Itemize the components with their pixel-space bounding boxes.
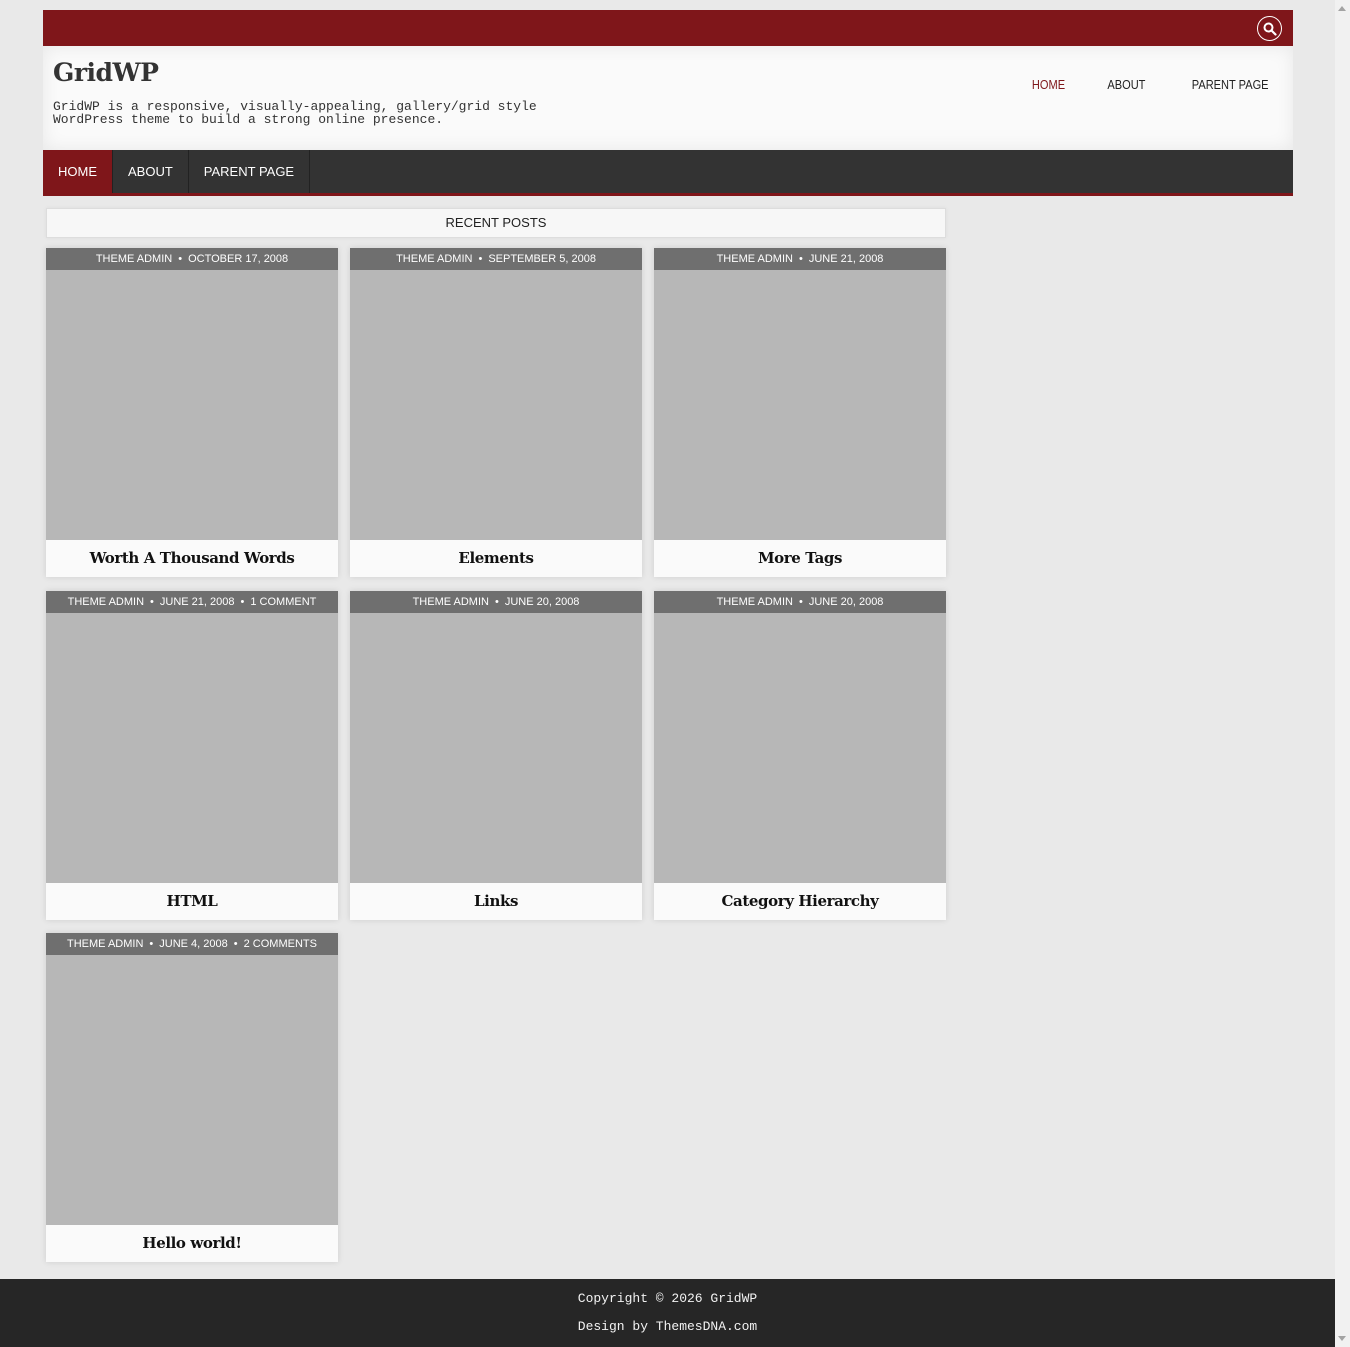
- post-meta: THEME ADMIN • JUNE 21, 2008 • 1 COMMENT: [46, 591, 338, 613]
- post-card: THEME ADMIN • JUNE 20, 2008 Links: [350, 591, 642, 920]
- search-icon: [1263, 22, 1277, 36]
- post-date[interactable]: OCTOBER 17, 2008: [188, 253, 288, 265]
- post-title[interactable]: More Tags: [654, 540, 946, 577]
- post-card: THEME ADMIN • JUNE 21, 2008 More Tags: [654, 248, 946, 577]
- post-title[interactable]: Links: [350, 883, 642, 920]
- site-footer: Copyright © 2026 GridWP Design by Themes…: [0, 1279, 1335, 1347]
- header-nav-parent-page[interactable]: PARENT PAGE: [1176, 76, 1283, 94]
- post-date[interactable]: JUNE 21, 2008: [160, 596, 235, 608]
- main-nav: HOME ABOUT PARENT PAGE: [43, 150, 1293, 196]
- header-nav-about[interactable]: ABOUT: [1092, 76, 1161, 94]
- meta-separator: •: [150, 596, 154, 608]
- post-thumbnail[interactable]: [350, 270, 642, 540]
- scroll-down-arrow-icon[interactable]: [1338, 1336, 1346, 1341]
- post-card: THEME ADMIN • JUNE 21, 2008 • 1 COMMENT HTML: [46, 591, 338, 920]
- post-author[interactable]: THEME ADMIN: [717, 253, 793, 265]
- post-thumbnail[interactable]: [46, 613, 338, 883]
- meta-separator: •: [178, 253, 183, 265]
- post-author[interactable]: THEME ADMIN: [396, 253, 472, 265]
- post-meta: THEME ADMIN • OCTOBER 17, 2008: [46, 248, 338, 270]
- post-meta: THEME ADMIN • JUNE 20, 2008: [350, 591, 642, 613]
- meta-separator: •: [149, 938, 154, 950]
- footer-copyright: Copyright © 2026 GridWP: [577, 1291, 758, 1306]
- site-description: GridWP is a responsive, visually-appeali…: [53, 99, 537, 127]
- post-meta: THEME ADMIN • SEPTEMBER 5, 2008: [350, 248, 642, 270]
- header-nav: HOME ABOUT PARENT PAGE: [1011, 76, 1293, 94]
- post-thumbnail[interactable]: [654, 613, 946, 883]
- post-author[interactable]: THEME ADMIN: [717, 596, 793, 608]
- site-header: GridWP GridWP is a responsive, visually-…: [43, 46, 1293, 150]
- post-title[interactable]: Category Hierarchy: [654, 883, 946, 920]
- post-title[interactable]: HTML: [46, 883, 338, 920]
- footer-credit[interactable]: Design by ThemesDNA.com: [0, 1319, 1335, 1334]
- scroll-up-arrow-icon[interactable]: [1338, 6, 1346, 11]
- post-comments[interactable]: 1 COMMENT: [250, 596, 316, 608]
- post-meta: THEME ADMIN • JUNE 20, 2008: [654, 591, 946, 613]
- post-author[interactable]: THEME ADMIN: [96, 253, 172, 265]
- site-title[interactable]: GridWP: [53, 58, 159, 87]
- post-meta: THEME ADMIN • JUNE 4, 2008 • 2 COMMENTS: [46, 933, 338, 955]
- meta-separator: •: [798, 253, 803, 265]
- post-author[interactable]: THEME ADMIN: [413, 596, 489, 608]
- post-title[interactable]: Elements: [350, 540, 642, 577]
- post-card: THEME ADMIN • SEPTEMBER 5, 2008 Elements: [350, 248, 642, 577]
- post-meta: THEME ADMIN • JUNE 21, 2008: [654, 248, 946, 270]
- post-card: THEME ADMIN • JUNE 20, 2008 Category Hiera…: [654, 591, 946, 920]
- post-date[interactable]: JUNE 20, 2008: [809, 596, 884, 608]
- post-comments[interactable]: 2 COMMENTS: [244, 938, 317, 950]
- post-author[interactable]: THEME ADMIN: [68, 596, 144, 608]
- post-author[interactable]: THEME ADMIN: [67, 938, 143, 950]
- post-date[interactable]: JUNE 4, 2008: [159, 938, 227, 950]
- vertical-scrollbar[interactable]: [1335, 0, 1350, 1347]
- post-card: THEME ADMIN • OCTOBER 17, 2008 Worth A Tho…: [46, 248, 338, 577]
- post-card: THEME ADMIN • JUNE 4, 2008 • 2 COMMENTS Hell…: [46, 933, 338, 1262]
- meta-separator: •: [798, 596, 803, 608]
- meta-separator: •: [494, 596, 499, 608]
- post-thumbnail[interactable]: [46, 270, 338, 540]
- meta-separator: •: [233, 938, 238, 950]
- meta-separator: •: [240, 596, 245, 608]
- header-nav-home[interactable]: HOME: [1017, 76, 1081, 94]
- search-button[interactable]: [1257, 16, 1282, 41]
- main-nav-about[interactable]: ABOUT: [113, 150, 189, 193]
- main-nav-home[interactable]: HOME: [43, 150, 113, 193]
- post-thumbnail[interactable]: [46, 955, 338, 1225]
- page: GridWP GridWP is a responsive, visually-…: [0, 0, 1335, 1347]
- main-nav-parent-page[interactable]: PARENT PAGE: [189, 150, 311, 193]
- meta-separator: •: [478, 253, 483, 265]
- post-title[interactable]: Hello world!: [46, 1225, 338, 1262]
- post-thumbnail[interactable]: [350, 613, 642, 883]
- post-thumbnail[interactable]: [654, 270, 946, 540]
- post-date[interactable]: SEPTEMBER 5, 2008: [488, 253, 596, 265]
- post-title[interactable]: Worth A Thousand Words: [46, 540, 338, 577]
- top-bar: [43, 10, 1293, 46]
- section-title: RECENT POSTS: [46, 208, 946, 238]
- post-date[interactable]: JUNE 20, 2008: [505, 596, 580, 608]
- post-date[interactable]: JUNE 21, 2008: [809, 253, 884, 265]
